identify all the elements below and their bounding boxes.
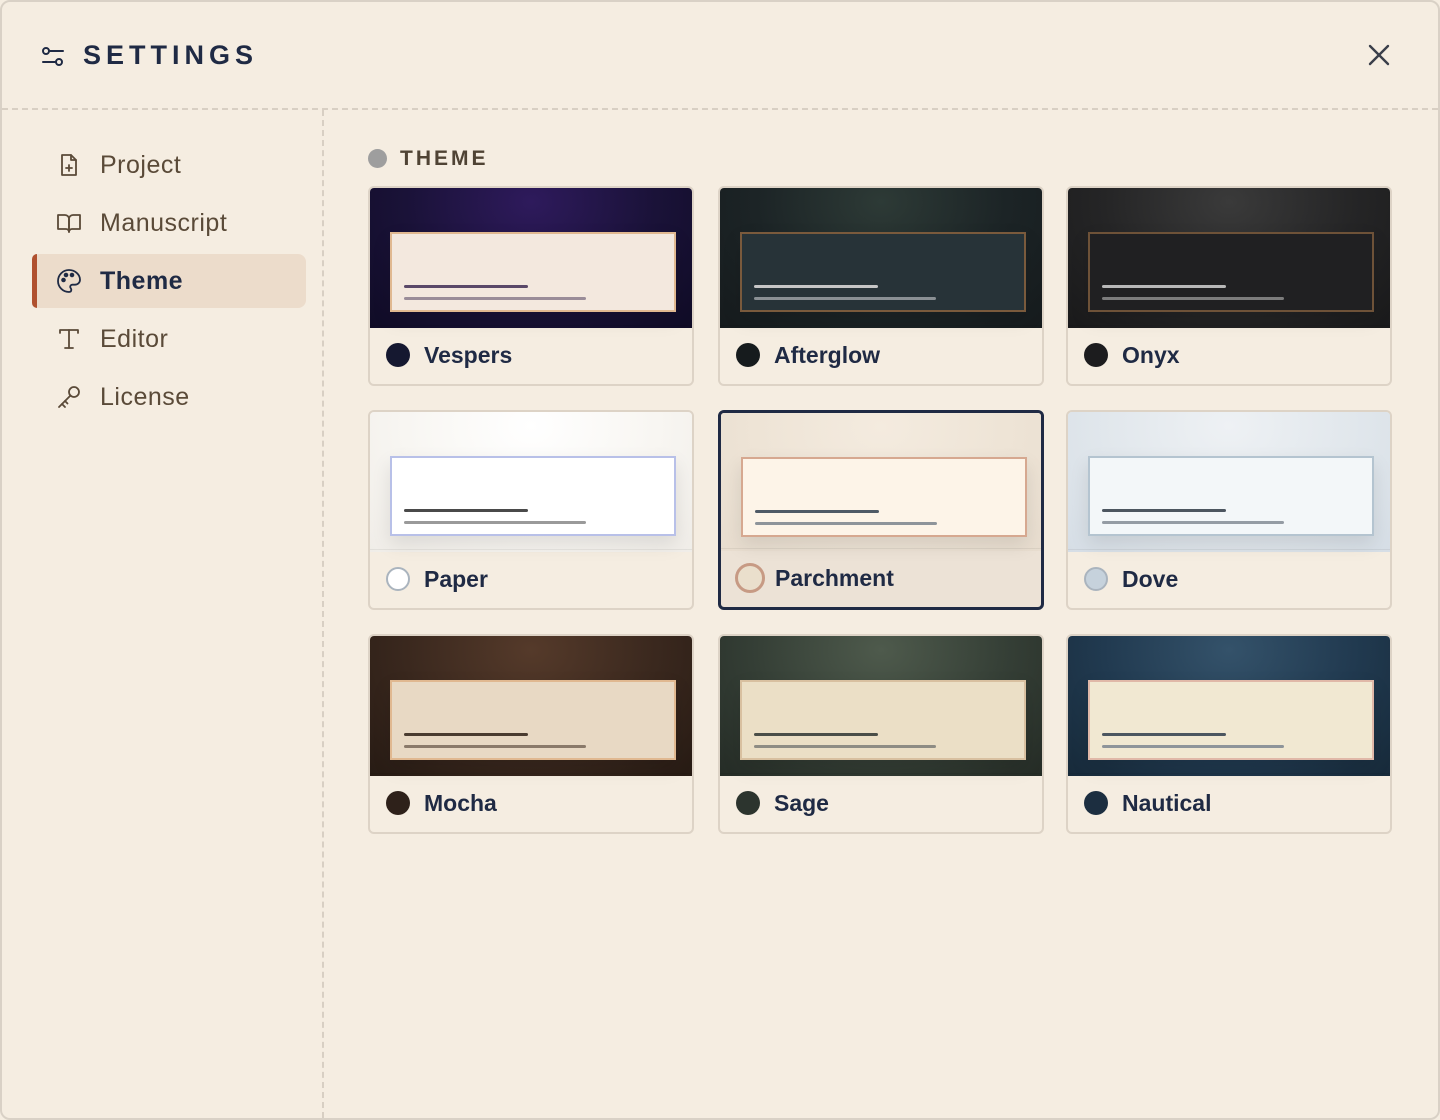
theme-card-paper[interactable]: Paper	[368, 410, 694, 610]
theme-preview	[720, 188, 1042, 328]
theme-preview-document	[740, 232, 1026, 312]
sidebar-item-label: License	[100, 383, 190, 411]
theme-preview-document	[1088, 232, 1374, 312]
theme-card-afterglow[interactable]: Afterglow	[718, 186, 1044, 386]
theme-swatch-icon	[1084, 567, 1108, 591]
theme-preview	[370, 188, 692, 328]
theme-card-footer: Vespers	[370, 325, 692, 384]
theme-preview-document	[1088, 680, 1374, 760]
theme-name: Sage	[774, 790, 829, 816]
theme-swatch-icon	[386, 791, 410, 815]
theme-name: Nautical	[1122, 790, 1212, 816]
theme-name: Vespers	[424, 342, 513, 368]
theme-preview-document	[1088, 456, 1374, 536]
theme-card-footer: Dove	[1068, 549, 1390, 608]
theme-preview-document	[390, 680, 676, 760]
theme-name: Paper	[424, 566, 488, 592]
theme-preview	[1068, 636, 1390, 776]
theme-card-nautical[interactable]: Nautical	[1066, 634, 1392, 834]
settings-dialog: SETTINGS Project Manuscript Theme Editor…	[0, 0, 1440, 1120]
theme-swatch-icon	[1084, 343, 1108, 367]
theme-name: Onyx	[1122, 342, 1180, 368]
theme-swatch-icon	[736, 343, 760, 367]
theme-card-footer: Nautical	[1068, 773, 1390, 832]
section-heading-text: THEME	[400, 147, 489, 170]
theme-preview-document	[741, 457, 1027, 537]
type-icon	[59, 329, 79, 349]
sidebar-item-license[interactable]: License	[32, 370, 306, 424]
sidebar-nav: Project Manuscript Theme Editor License	[2, 110, 324, 1118]
file-plus-icon	[61, 154, 77, 176]
theme-name: Parchment	[775, 565, 894, 591]
theme-preview-document	[390, 232, 676, 312]
sidebar-item-label: Manuscript	[100, 209, 228, 237]
theme-card-footer: Afterglow	[720, 325, 1042, 384]
theme-card-footer: Onyx	[1068, 325, 1390, 384]
theme-card-mocha[interactable]: Mocha	[368, 634, 694, 834]
theme-name: Mocha	[424, 790, 497, 816]
theme-preview	[720, 636, 1042, 776]
close-button[interactable]	[1364, 40, 1394, 70]
section-dot-icon	[368, 149, 387, 168]
theme-card-footer: Parchment	[721, 548, 1041, 607]
sidebar-item-manuscript[interactable]: Manuscript	[32, 196, 306, 250]
theme-card-parchment[interactable]: Parchment	[718, 410, 1044, 610]
theme-card-footer: Sage	[720, 773, 1042, 832]
sidebar-item-theme[interactable]: Theme	[32, 254, 306, 308]
theme-preview-document	[740, 680, 1026, 760]
theme-swatch-icon	[386, 343, 410, 367]
theme-preview	[1068, 412, 1390, 552]
theme-preview	[721, 413, 1041, 551]
sidebar-item-project[interactable]: Project	[32, 138, 306, 192]
sidebar-item-editor[interactable]: Editor	[32, 312, 306, 366]
theme-card-footer: Mocha	[370, 773, 692, 832]
theme-swatch-icon	[1084, 791, 1108, 815]
sliders-icon	[42, 47, 64, 66]
theme-swatch-icon	[386, 567, 410, 591]
dialog-title: SETTINGS	[83, 40, 259, 70]
theme-preview	[370, 636, 692, 776]
theme-swatch-icon	[735, 563, 765, 593]
sidebar-item-label: Project	[100, 151, 182, 179]
sidebar-item-label: Editor	[100, 325, 169, 353]
theme-swatch-icon	[736, 791, 760, 815]
theme-card-dove[interactable]: Dove	[1066, 410, 1392, 610]
key-icon	[58, 386, 80, 408]
sidebar-item-label: Theme	[100, 267, 184, 295]
theme-name: Dove	[1122, 566, 1179, 592]
palette-icon	[57, 269, 81, 293]
theme-preview-document	[390, 456, 676, 536]
theme-card-vespers[interactable]: Vespers	[368, 186, 694, 386]
theme-card-onyx[interactable]: Onyx	[1066, 186, 1392, 386]
theme-card-sage[interactable]: Sage	[718, 634, 1044, 834]
dialog-header: SETTINGS	[2, 2, 1438, 110]
theme-card-footer: Paper	[370, 549, 692, 608]
theme-preview	[1068, 188, 1390, 328]
theme-name: Afterglow	[774, 342, 881, 368]
theme-preview	[370, 412, 692, 552]
book-open-icon	[57, 214, 81, 233]
